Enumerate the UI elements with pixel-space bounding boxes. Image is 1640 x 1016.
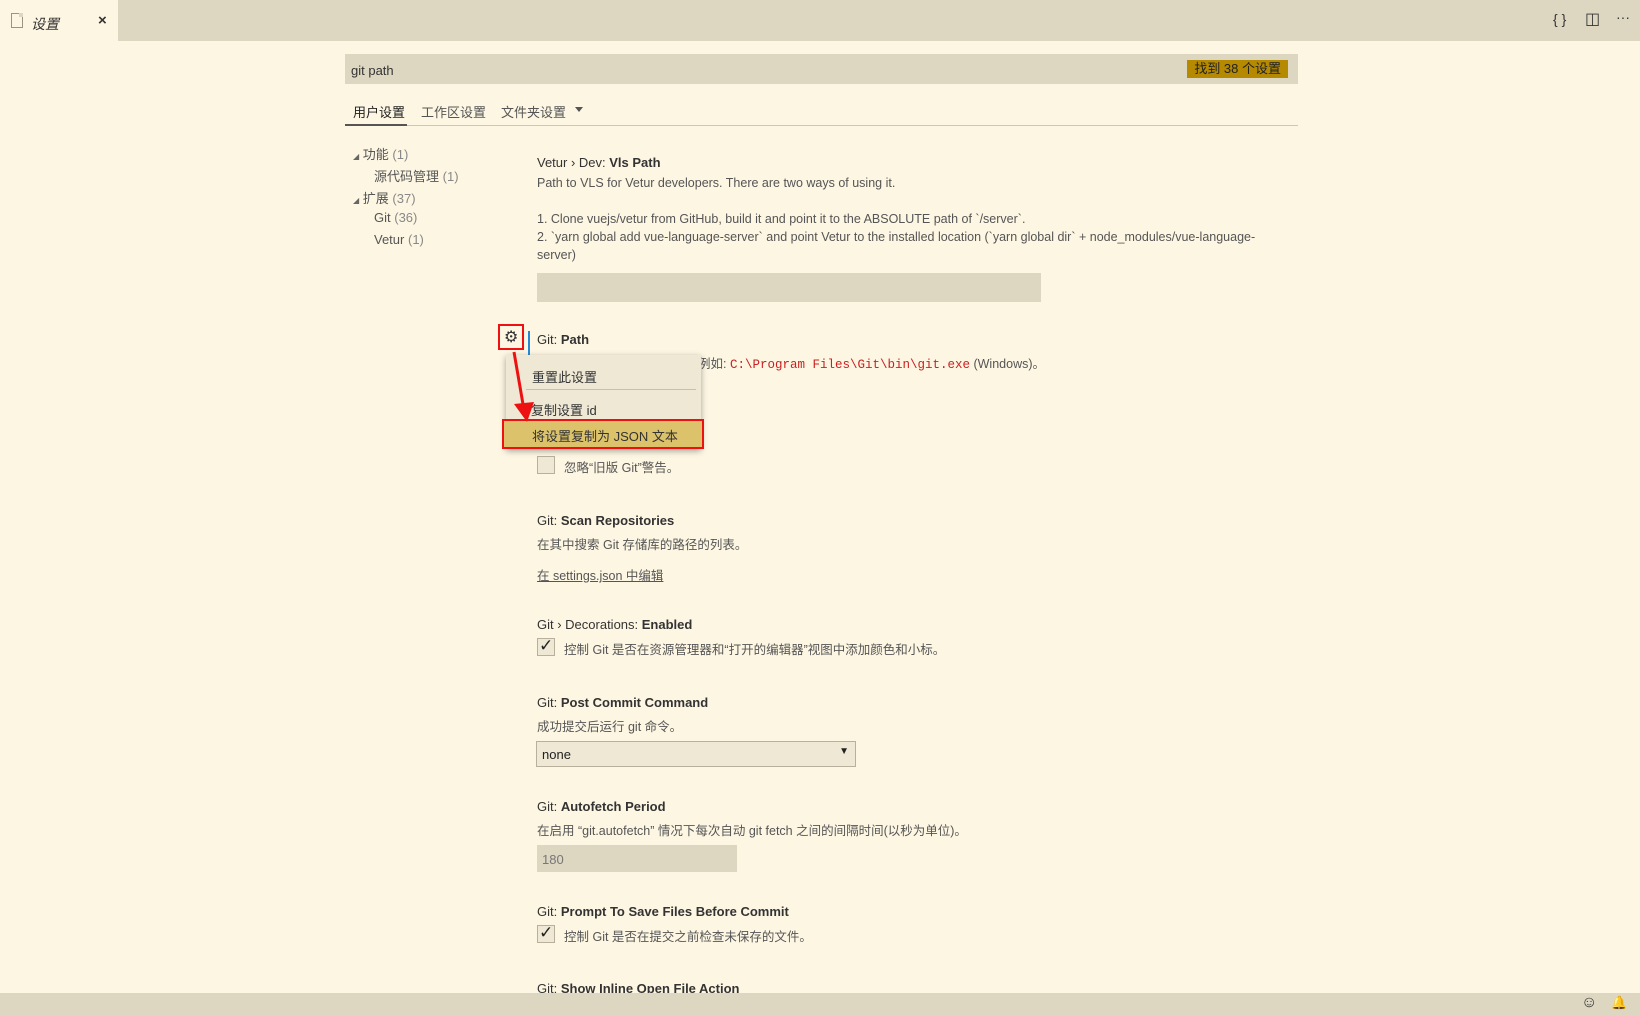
annotation-arrow-icon <box>512 351 534 422</box>
toc-label: 扩展 <box>362 191 389 206</box>
setting-description: 名。例如: C:\Program Files\Git\bin\git.exe (… <box>673 357 1046 372</box>
tab-folder-settings[interactable]: 文件夹设置 <box>501 102 566 121</box>
tab-title: 设置 <box>31 16 59 32</box>
setting-description: 在启用 “git.autofetch” 情况下每次自动 git fetch 之间… <box>537 824 967 838</box>
tab-settings[interactable]: 设置 × <box>0 0 118 41</box>
expand-icon: ◢ <box>353 196 360 205</box>
menu-item-copy-id[interactable]: 复制设置 id <box>531 400 597 419</box>
search-bar: 找到 38 个设置 <box>345 54 1298 84</box>
scope-tabs: 用户设置 工作区设置 文件夹设置 <box>345 96 1298 126</box>
vls-path-input[interactable] <box>537 273 1041 302</box>
search-input[interactable] <box>349 59 1113 81</box>
toc-count: (37) <box>392 191 416 206</box>
setting-title: Git: Post Commit Command <box>537 695 709 710</box>
autofetch-input[interactable]: 180 <box>537 845 737 872</box>
toc-label: 功能 <box>362 147 389 162</box>
setting-description: 成功提交后运行 git 命令。 <box>537 720 683 734</box>
settings-toc: ◢ 功能 (1) 源代码管理 (1) ◢ 扩展 (37) Git (36) Ve… <box>345 140 495 260</box>
setting-title: Vetur › Dev: Vls Path <box>537 155 661 170</box>
code-sample: C:\Program Files\Git\bin\git.exe <box>729 358 970 372</box>
expand-icon: ◢ <box>353 152 360 161</box>
toc-item[interactable]: Git (36) <box>374 210 417 225</box>
open-settings-json-icon[interactable]: { } <box>1553 11 1566 27</box>
toc-count: (1) <box>442 169 459 184</box>
toc-count: (1) <box>407 232 424 247</box>
toc-label: Vetur <box>374 232 405 247</box>
toc-item[interactable]: ◢ 功能 (1) <box>353 144 408 163</box>
toc-label: Git <box>374 210 391 225</box>
toc-label: 源代码管理 <box>374 169 440 184</box>
ignore-legacy-checkbox[interactable] <box>537 456 555 474</box>
setting-description: server) <box>537 248 576 262</box>
setting-title: Git: Prompt To Save Files Before Commit <box>537 904 789 919</box>
setting-description: 1. Clone vuejs/vetur from GitHub, build … <box>537 212 1026 226</box>
file-icon <box>11 13 23 28</box>
post-commit-select[interactable]: none ▼ <box>536 741 856 767</box>
setting-description: Path to VLS for Vetur developers. There … <box>537 176 896 190</box>
checkbox-label: 控制 Git 是否在资源管理器和“打开的编辑器”视图中添加颜色和小标。 <box>564 643 946 657</box>
checkbox-label: 忽略“旧版 Git”警告。 <box>564 461 680 475</box>
bell-icon[interactable]: 🔔 <box>1611 995 1627 1011</box>
chevron-down-icon[interactable] <box>575 107 583 112</box>
menu-item-label: 将设置复制为 JSON 文本 <box>532 429 678 444</box>
more-actions-icon[interactable]: ··· <box>1616 9 1630 25</box>
setting-title: Git: Autofetch Period <box>537 799 666 814</box>
tab-user-settings[interactable]: 用户设置 <box>353 102 405 121</box>
split-editor-icon[interactable]: ◫ <box>1585 9 1600 29</box>
setting-description: 在其中搜索 Git 存储库的路径的列表。 <box>537 538 748 552</box>
select-value: none <box>542 747 571 762</box>
toc-item[interactable]: 源代码管理 (1) <box>374 166 459 185</box>
close-icon[interactable]: × <box>98 12 107 29</box>
prompt-save-checkbox[interactable] <box>537 923 555 943</box>
tab-workspace-settings[interactable]: 工作区设置 <box>421 102 486 121</box>
setting-description: 2. `yarn global add vue-language-server`… <box>537 230 1256 244</box>
status-bar: ☺ 🔔 <box>0 993 1640 1016</box>
toc-item[interactable]: ◢ 扩展 (37) <box>353 188 416 207</box>
input-value: 180 <box>542 852 564 867</box>
toc-item[interactable]: Vetur (1) <box>374 232 424 247</box>
setting-title: Git: Scan Repositories <box>537 513 675 528</box>
active-tab-indicator <box>345 124 407 126</box>
feedback-icon[interactable]: ☺ <box>1581 994 1597 1012</box>
toc-count: (36) <box>394 210 418 225</box>
chevron-down-icon: ▼ <box>839 746 849 757</box>
checkbox-label: 控制 Git 是否在提交之前检查未保存的文件。 <box>564 930 812 944</box>
menu-separator <box>526 389 696 390</box>
decorations-checkbox[interactable] <box>537 636 555 656</box>
tab-bar: 设置 × { } ◫ ··· <box>0 0 1640 41</box>
toc-count: (1) <box>392 147 409 162</box>
setting-title: Git: Path <box>537 332 590 347</box>
edit-in-settings-json-link[interactable]: 在 settings.json 中编辑 <box>537 565 663 584</box>
setting-title: Git › Decorations: Enabled <box>537 617 693 632</box>
menu-item-reset[interactable]: 重置此设置 <box>532 367 597 386</box>
search-result-badge: 找到 38 个设置 <box>1187 60 1288 78</box>
